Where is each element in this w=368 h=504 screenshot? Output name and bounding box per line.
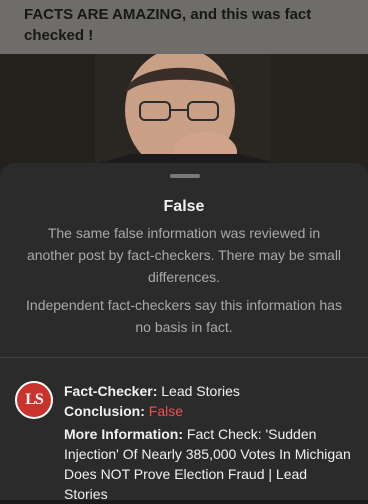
post-text: FACTS ARE AMAZING, and this was fact che… — [24, 6, 312, 44]
fact-checker-name[interactable]: Lead Stories — [161, 383, 240, 399]
logo-letters: LS — [25, 391, 44, 408]
lead-stories-logo: LS — [15, 381, 53, 419]
divider — [0, 357, 368, 358]
more-information-label: More Information: — [64, 426, 183, 442]
independent-note: Independent fact-checkers say this infor… — [26, 297, 342, 335]
post-photo[interactable] — [0, 54, 368, 174]
sheet-grabber-handle[interactable] — [170, 174, 200, 178]
conclusion-row: Conclusion: False — [64, 401, 354, 421]
more-information-row[interactable]: More Information: Fact Check: 'Sudden In… — [64, 424, 354, 504]
fact-checker-row: Fact-Checker: Lead Stories — [64, 381, 354, 401]
conclusion-value: False — [148, 403, 184, 419]
fact-checker-label: Fact-Checker: — [64, 383, 158, 399]
rating-description: The same false information was reviewed … — [26, 225, 342, 285]
conclusion-label: Conclusion: — [64, 403, 145, 419]
post-header: FACTS ARE AMAZING, and this was fact che… — [0, 0, 368, 54]
photo-illustration — [0, 54, 368, 174]
rating-title: False — [163, 198, 205, 215]
